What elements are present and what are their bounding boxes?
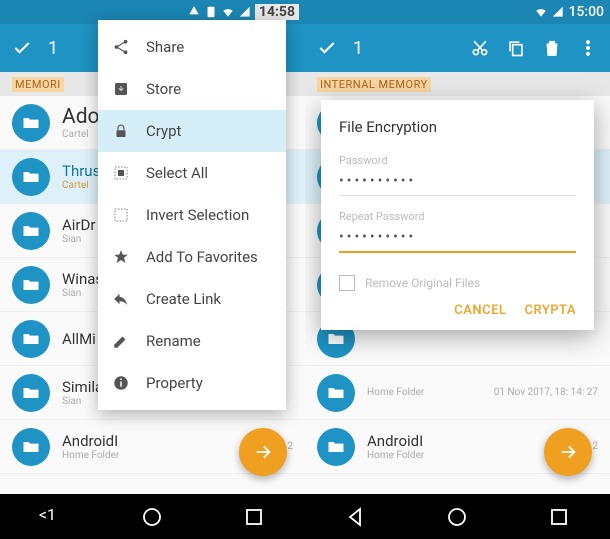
nav-recent[interactable] [547,505,571,529]
menu-store[interactable]: Store [98,68,286,110]
folder-icon [12,212,50,250]
folder-icon [317,374,355,412]
breadcrumb[interactable]: INTERNAL MEMORY [305,72,610,96]
wifi-icon [221,5,235,19]
more-icon[interactable] [578,38,598,58]
password-label: Password [339,154,576,167]
crypt-button[interactable]: CRYPTA [524,303,576,318]
wifi-icon [534,5,548,19]
encrypt-dialog: File Encryption Password Repeat Password… [321,100,594,330]
folder-icon [12,104,50,142]
fab-next[interactable] [239,428,287,476]
password-input[interactable] [339,169,576,196]
menu-share[interactable]: Share [98,26,286,68]
sd-icon [204,5,218,19]
nav-back[interactable] [344,505,368,529]
cancel-button[interactable]: CANCEL [454,303,506,318]
star-icon [112,248,130,266]
dialog-title: File Encryption [339,118,576,136]
pencil-icon [112,332,130,350]
repeat-password-input[interactable] [339,225,576,253]
cut-icon[interactable] [470,38,490,58]
signal-icon [238,5,252,19]
menu-select-all[interactable]: Select All [98,152,286,194]
tip-icon [187,5,201,19]
share-icon [112,38,130,56]
menu-invert[interactable]: Invert Selection [98,194,286,236]
action-bar: 1 [305,24,610,72]
status-time: 14:58 [255,4,299,20]
folder-icon [317,428,355,466]
menu-favorite[interactable]: Add To Favorites [98,236,286,278]
fab-next[interactable] [544,428,592,476]
copy-icon[interactable] [506,38,526,58]
repeat-password-label: Repeat Password [339,210,576,223]
folder-icon [12,266,50,304]
right-pane: 15:00 1 INTERNAL MEMORY Home Folder01 No… [305,0,610,494]
selection-count: 1 [353,38,363,59]
status-time: 15:00 [568,4,604,20]
lock-icon [112,122,130,140]
check-icon[interactable] [12,38,32,58]
menu-crypt[interactable]: Crypt [98,110,286,152]
nav-home[interactable] [445,505,469,529]
left-pane: 14:58 1 MEMORI Adol HideCartel ThrushCar… [0,0,305,494]
reply-icon [112,290,130,308]
remove-original-checkbox[interactable]: Remove Original Files [339,275,576,291]
folder-icon [12,374,50,412]
menu-create-link[interactable]: Create Link [98,278,286,320]
list-item[interactable]: Home Folder01 Nov 2017, 18: 14: 27 [305,366,610,420]
store-icon [112,80,130,98]
menu-property[interactable]: Property [98,362,286,404]
checkbox-icon [339,275,355,291]
info-icon [112,374,130,392]
invert-icon [112,206,130,224]
folder-icon [12,428,50,466]
delete-icon[interactable] [542,38,562,58]
status-bar: 15:00 [305,0,610,24]
nav-back[interactable]: <1 [39,505,63,529]
android-navbar: <1 [0,494,610,539]
nav-home[interactable] [140,505,164,529]
folder-icon [12,320,50,358]
signal-icon [551,5,565,19]
check-icon[interactable] [317,38,337,58]
nav-recent[interactable] [242,505,266,529]
selection-count: 1 [48,38,58,59]
select-all-icon [112,164,130,182]
folder-icon [12,158,50,196]
menu-rename[interactable]: Rename [98,320,286,362]
context-menu: Share Store Crypt Select All Invert Sele… [98,20,286,410]
